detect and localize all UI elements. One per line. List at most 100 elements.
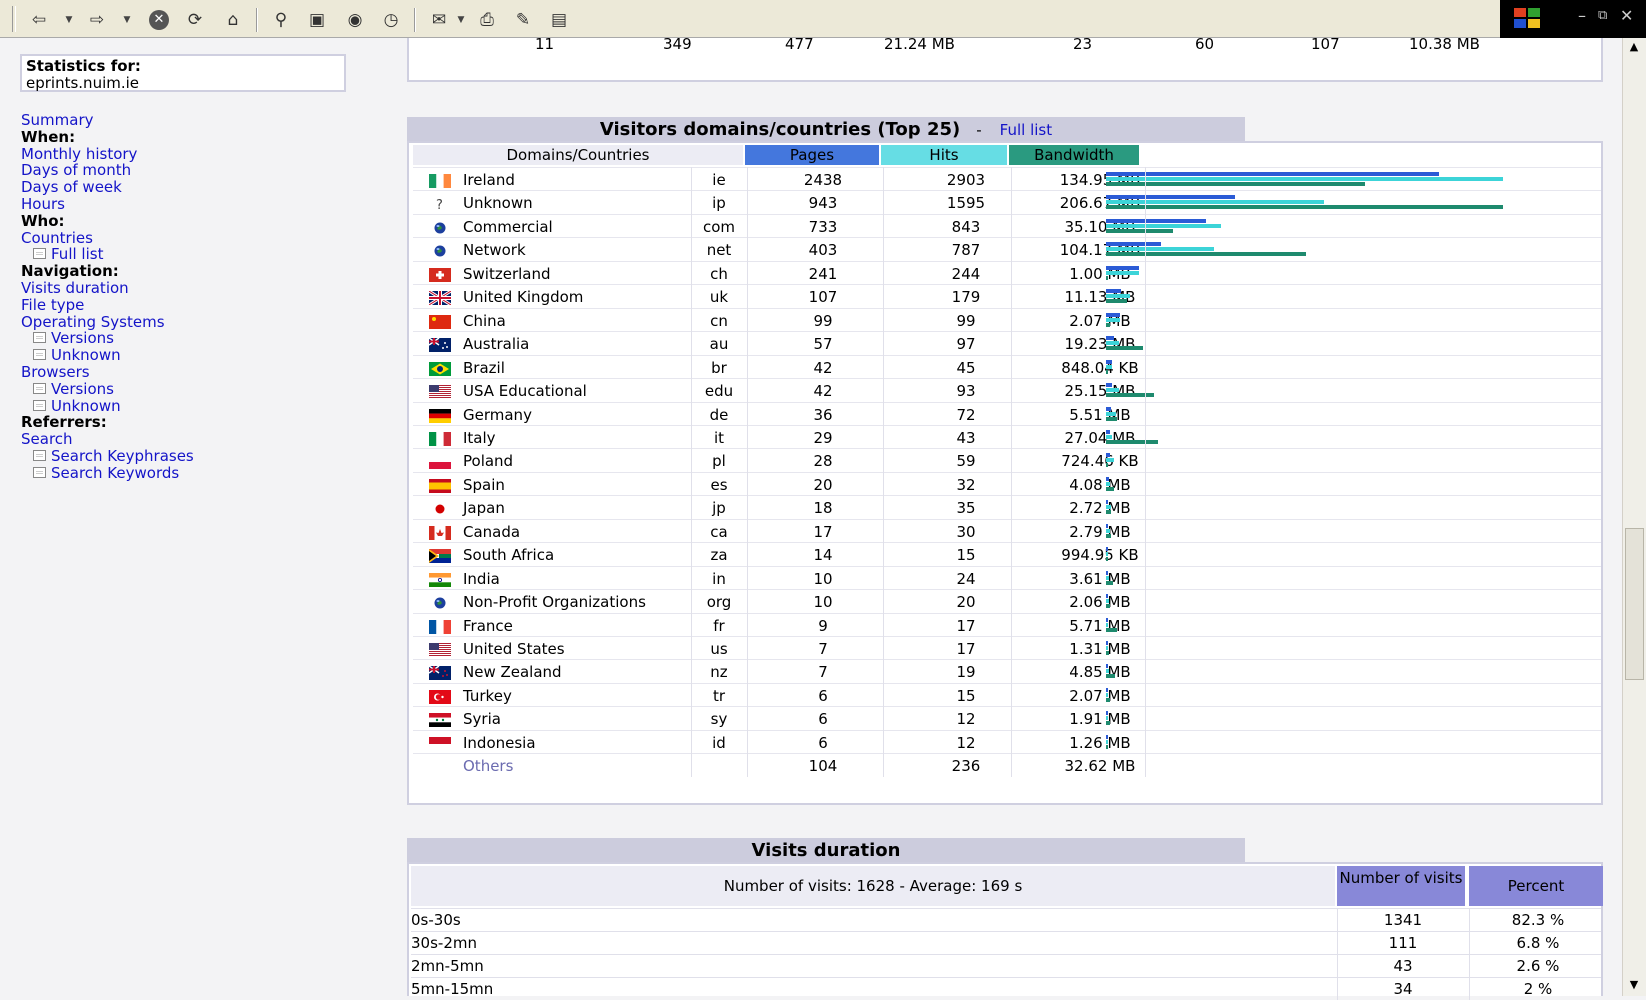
sidebar-link-visits-duration[interactable]: Visits duration [21, 280, 194, 297]
pages-value: 6 [818, 733, 828, 752]
pages-value: 42 [813, 382, 833, 401]
flag-france [429, 619, 451, 634]
pages-value: 14 [813, 546, 833, 565]
pages-value: 943 [808, 194, 838, 213]
country-code: au [709, 335, 729, 354]
pages-bar [1106, 523, 1108, 528]
sidebar-subitem-versions[interactable]: Versions [21, 379, 194, 398]
media-icon[interactable]: ◉ [344, 9, 366, 31]
pages-value: 403 [808, 241, 838, 260]
column-divider [1011, 167, 1012, 777]
hits-value: 236 [951, 757, 981, 776]
refresh-icon[interactable]: ⟳ [184, 9, 206, 31]
country-row: Non-Profit Organizations org 10 20 2.06 MB [413, 589, 1601, 614]
hits-bar [1106, 716, 1108, 721]
sidebar-subitem-label: Unknown [51, 346, 121, 365]
country-row: Italy it 29 43 27.04 MB [413, 424, 1601, 450]
favorites-icon[interactable]: ▣ [306, 9, 328, 31]
flag-usa [429, 384, 451, 400]
minimize-icon[interactable]: – [1578, 6, 1586, 25]
country-code: it [713, 428, 725, 447]
close-icon[interactable]: ✕ [1620, 6, 1633, 25]
sidebar-subitem-label: Versions [51, 379, 114, 398]
pages-bar [1106, 195, 1235, 200]
sidebar-link-days-of-week[interactable]: Days of week [21, 179, 194, 196]
stop-icon[interactable]: ✕ [149, 10, 169, 30]
hits-bar [1106, 247, 1214, 252]
visits-duration-table: Number of visits: 1628 - Average: 169 s … [407, 862, 1603, 1000]
pages-bar [1106, 734, 1108, 739]
sidebar-link-hours[interactable]: Hours [21, 196, 194, 213]
country-row: United Kingdom uk 107 179 11.13 MB [413, 284, 1601, 309]
back-dropdown-icon[interactable]: ▼ [64, 9, 74, 31]
restore-icon[interactable]: ⧉ [1598, 8, 1607, 23]
sidebar-link-countries[interactable]: Countries [21, 229, 194, 247]
scroll-up-icon[interactable]: ▲ [1626, 40, 1642, 53]
bandwidth-bar [1106, 697, 1110, 702]
country-code: ca [710, 522, 728, 541]
sidebar-subitem-unknown[interactable]: Unknown [21, 347, 194, 364]
hits-value: 843 [951, 217, 981, 236]
sidebar-subitem-search-keywords[interactable]: Search Keywords [21, 463, 194, 482]
edit-icon[interactable]: ✎ [512, 9, 534, 31]
bandwidth-bar [1106, 627, 1117, 632]
sidebar-link-days-of-month[interactable]: Days of month [21, 162, 194, 179]
mail-icon[interactable]: ✉ [428, 9, 450, 31]
pages-value: 7 [818, 663, 828, 682]
hits-value: 179 [951, 288, 981, 307]
history-icon[interactable]: ◷ [380, 9, 402, 31]
header-bandwidth: Bandwidth [1009, 145, 1139, 165]
sidebar-subitem-unknown[interactable]: Unknown [21, 397, 194, 415]
sidebar-link-browsers[interactable]: Browsers [21, 364, 194, 381]
bandwidth-bar [1106, 580, 1113, 585]
pages-bar [1106, 453, 1110, 458]
pages-bar [1106, 476, 1109, 481]
hits-value: 2903 [946, 171, 986, 189]
forward-dropdown-icon[interactable]: ▼ [122, 9, 132, 31]
mail-dropdown-icon[interactable]: ▼ [456, 9, 466, 31]
sidebar-subitem-label: Search Keywords [51, 463, 180, 482]
pages-value: 6 [818, 686, 828, 705]
print-icon[interactable]: ⎙ [476, 9, 498, 31]
back-icon[interactable]: ⇦ [28, 9, 50, 31]
pages-value: 18 [813, 499, 833, 518]
home-icon[interactable]: ⌂ [222, 9, 244, 31]
sidebar-link-search[interactable]: Search [21, 431, 194, 448]
pages-bar [1106, 242, 1161, 247]
country-row: Switzerland ch 241 244 1.00 MB [413, 260, 1601, 286]
hits-value: 59 [956, 452, 976, 471]
hits-value: 15 [956, 546, 976, 565]
sidebar-link-monthly-history[interactable]: Monthly history [21, 145, 194, 163]
hits-bar [1106, 364, 1112, 369]
country-row: India in 10 24 3.61 MB [413, 565, 1601, 591]
vertical-scrollbar[interactable]: ▲ ▼ [1622, 38, 1646, 996]
scroll-down-icon[interactable]: ▼ [1626, 978, 1642, 991]
sidebar-subitem-full-list[interactable]: Full list [21, 246, 194, 263]
flag-australia [428, 337, 451, 353]
search-icon[interactable]: ⚲ [270, 9, 292, 31]
bandwidth-bar [1106, 533, 1111, 538]
sidebar-link-summary[interactable]: Summary [21, 112, 194, 129]
hits-bar [1106, 528, 1110, 533]
scroll-thumb[interactable] [1625, 528, 1644, 680]
sidebar-link-operating-systems[interactable]: Operating Systems [21, 313, 194, 331]
sidebar-link-file-type[interactable]: File type [21, 296, 194, 314]
country-row: Spain es 20 32 4.08 MB [413, 471, 1601, 497]
full-list-link[interactable]: Full list [1000, 121, 1052, 139]
bandwidth-bar [1106, 393, 1154, 398]
hits-bar [1106, 388, 1119, 393]
forward-icon[interactable]: ⇨ [86, 9, 108, 31]
country-name: United Kingdom [463, 288, 584, 307]
country-code: ie [712, 171, 726, 189]
sidebar-subitem-versions[interactable]: Versions [21, 330, 194, 347]
sidebar-menu: Summary When: Monthly history Days of month… [21, 112, 194, 482]
country-name: Japan [463, 499, 505, 518]
bandwidth-bar [1106, 510, 1111, 515]
discuss-icon[interactable]: ▤ [548, 9, 570, 31]
hits-value: 12 [956, 733, 976, 752]
sidebar-subitem-search-keyphrases[interactable]: Search Keyphrases [21, 448, 194, 465]
header-percent: Percent [1469, 866, 1603, 906]
others-link[interactable]: Others [463, 754, 513, 778]
pages-value: 42 [813, 358, 833, 377]
flag-turkey [429, 689, 451, 704]
